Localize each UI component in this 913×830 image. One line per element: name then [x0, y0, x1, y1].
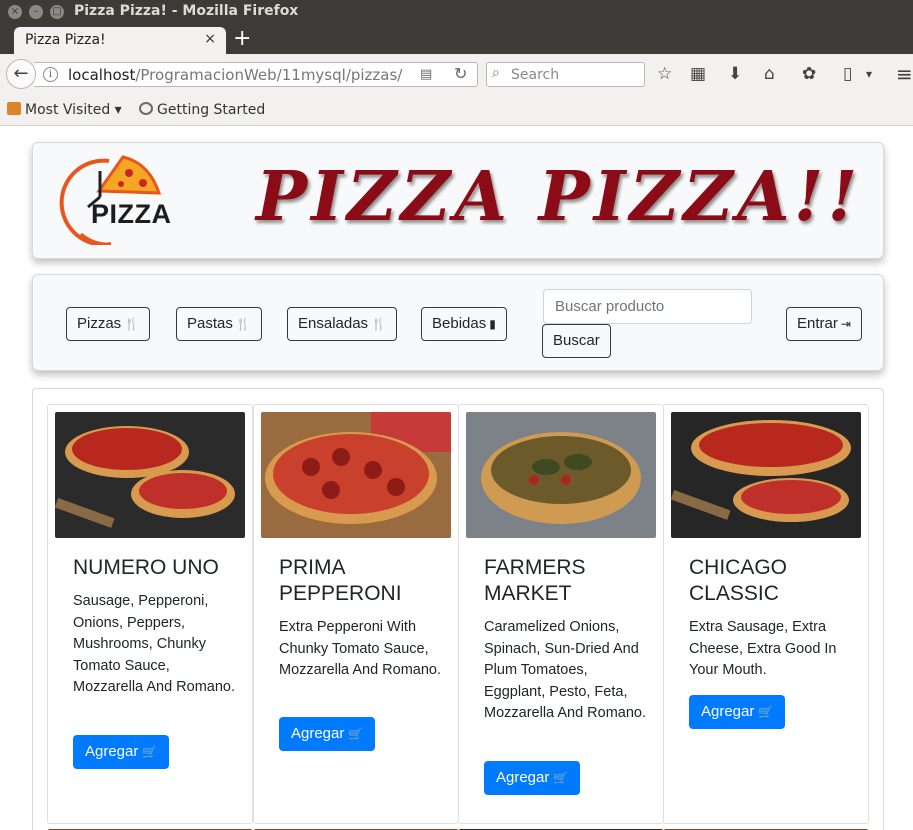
pizzas-button[interactable]: Pizzas 🍴 [66, 307, 151, 341]
product-image-chicago-classic [671, 412, 861, 538]
hamburger-menu-icon[interactable]: ≡ [896, 64, 913, 84]
pizza-logo: PIZZA [51, 149, 172, 247]
add-label: Agregar [291, 725, 345, 742]
window-minimize-button[interactable]: – [29, 5, 43, 19]
product-name: FARMERS MARKET [484, 556, 586, 605]
globe-icon [139, 102, 153, 115]
navigation-toolbar: i localhost/ProgramacionWeb/11mysql/pizz… [0, 54, 913, 94]
url-host: localhost [68, 66, 136, 84]
product-image-prima-pepperoni [261, 412, 451, 538]
ensaladas-label: Ensaladas [298, 315, 369, 332]
tab-title: Pizza Pizza! [25, 32, 106, 48]
utensils-icon: 🍴 [235, 317, 251, 331]
product-card: CHICAGO CLASSIC Extra Sausage, Extra Che… [663, 404, 869, 824]
header-banner: PIZZA PIZZA PIZZA!! [32, 142, 884, 259]
cart-icon: 🛒 [758, 705, 774, 719]
back-button[interactable]: ← [6, 59, 36, 89]
add-label: Agregar [496, 769, 550, 786]
brand-title: PIZZA PIZZA!! [256, 157, 862, 237]
beer-icon: ▮ [489, 317, 496, 331]
extension-icon[interactable]: ✿ [802, 64, 816, 84]
product-description: Sausage, Pepperoni, Onions, Peppers, Mus… [73, 593, 235, 695]
utensils-icon: 🍴 [371, 317, 387, 331]
window-titlebar: × – □ Pizza Pizza! - Mozilla Firefox [0, 0, 913, 25]
new-tab-button[interactable]: + [233, 27, 251, 51]
logo-text: PIZZA [91, 199, 172, 229]
bookmark-label: Most Visited ▾ [25, 102, 122, 118]
window-maximize-button[interactable]: □ [50, 5, 64, 19]
bookmarks-toolbar: Most Visited ▾ Getting Started [0, 94, 913, 126]
product-description: Extra Sausage, Extra Cheese, Extra Good … [689, 619, 837, 678]
menu-bar: Pizzas 🍴 Pastas 🍴 Ensaladas 🍴 Bebidas ▮ Busc… [32, 274, 884, 371]
search-icon: ⌕ [492, 65, 500, 81]
cart-icon: 🛒 [553, 771, 569, 785]
product-card: NUMERO UNO Sausage, Pepperoni, Onions, P… [47, 404, 253, 824]
add-label: Agregar [85, 743, 139, 760]
site-info-icon[interactable]: i [43, 67, 58, 82]
pastas-label: Pastas [187, 315, 233, 332]
add-to-cart-button[interactable]: Agregar 🛒 [484, 761, 581, 795]
product-description: Caramelized Onions, Spinach, Sun-Dried A… [484, 619, 646, 721]
page-content: PIZZA PIZZA PIZZA!! Pizzas 🍴 Pastas 🍴 Ensa… [0, 127, 913, 830]
products-grid: NUMERO UNO Sausage, Pepperoni, Onions, P… [32, 388, 884, 830]
sign-in-icon: ⇥ [840, 317, 851, 331]
add-label: Agregar [701, 703, 755, 720]
product-name: NUMERO UNO [73, 556, 219, 579]
login-button[interactable]: Entrar ⇥ [786, 307, 862, 341]
browser-search-placeholder: Search [511, 67, 560, 83]
product-description: Extra Pepperoni With Chunky Tomato Sauce… [279, 619, 441, 678]
add-to-cart-button[interactable]: Agregar 🛒 [689, 695, 786, 729]
window-title: Pizza Pizza! - Mozilla Firefox [74, 3, 299, 19]
pastas-button[interactable]: Pastas 🍴 [176, 307, 262, 341]
library-icon[interactable]: ▦ [690, 64, 706, 84]
window-close-button[interactable]: × [8, 5, 22, 19]
bebidas-label: Bebidas [432, 315, 487, 332]
bookmark-label: Getting Started [157, 102, 266, 118]
browser-search-input[interactable]: ⌕ Search [486, 62, 645, 87]
cart-icon: 🛒 [348, 727, 364, 741]
reader-view-icon[interactable]: ▤ [420, 67, 438, 82]
product-name: PRIMA PEPPERONI [279, 556, 402, 605]
tab-strip: Pizza Pizza! × + [0, 25, 913, 54]
product-card: FARMERS MARKET Caramelized Onions, Spina… [458, 404, 664, 824]
download-icon[interactable]: ⬇ [728, 64, 742, 84]
add-to-cart-button[interactable]: Agregar 🛒 [73, 735, 170, 769]
tab-pizza[interactable]: Pizza Pizza! × [14, 27, 226, 54]
url-text[interactable]: localhost/ProgramacionWeb/11mysql/pizzas… [68, 66, 402, 84]
url-path: /ProgramacionWeb/11mysql/pizzas/ [135, 66, 403, 84]
bebidas-button[interactable]: Bebidas ▮ [421, 307, 507, 341]
bookmark-getting-started[interactable]: Getting Started [139, 102, 265, 118]
product-image-farmers-market [466, 412, 656, 538]
tab-close-icon[interactable]: × [204, 31, 216, 47]
search-button[interactable]: Buscar [542, 324, 611, 358]
bookmark-star-icon[interactable]: ☆ [657, 64, 672, 84]
product-card: PRIMA PEPPERONI Extra Pepperoni With Chu… [253, 404, 459, 824]
cart-icon: 🛒 [142, 745, 158, 759]
login-label: Entrar [797, 315, 838, 332]
home-icon[interactable]: ⌂ [764, 64, 775, 84]
bookmark-most-visited[interactable]: Most Visited ▾ [7, 102, 122, 118]
pizzas-label: Pizzas [77, 315, 122, 332]
clipboard-icon[interactable]: ▯ [843, 64, 852, 84]
product-search-input[interactable]: Buscar producto [543, 289, 752, 324]
overflow-dropdown-icon[interactable]: ▾ [866, 64, 872, 84]
product-image-numero-uno [55, 412, 245, 538]
product-name: CHICAGO CLASSIC [689, 556, 788, 605]
add-to-cart-button[interactable]: Agregar 🛒 [279, 717, 376, 751]
ensaladas-button[interactable]: Ensaladas 🍴 [287, 307, 398, 341]
url-bar[interactable]: i localhost/ProgramacionWeb/11mysql/pizz… [34, 62, 478, 87]
pizza-clock-icon [59, 155, 162, 247]
utensils-icon: 🍴 [124, 317, 140, 331]
folder-icon [7, 102, 21, 115]
reload-icon[interactable]: ↻ [454, 64, 467, 83]
